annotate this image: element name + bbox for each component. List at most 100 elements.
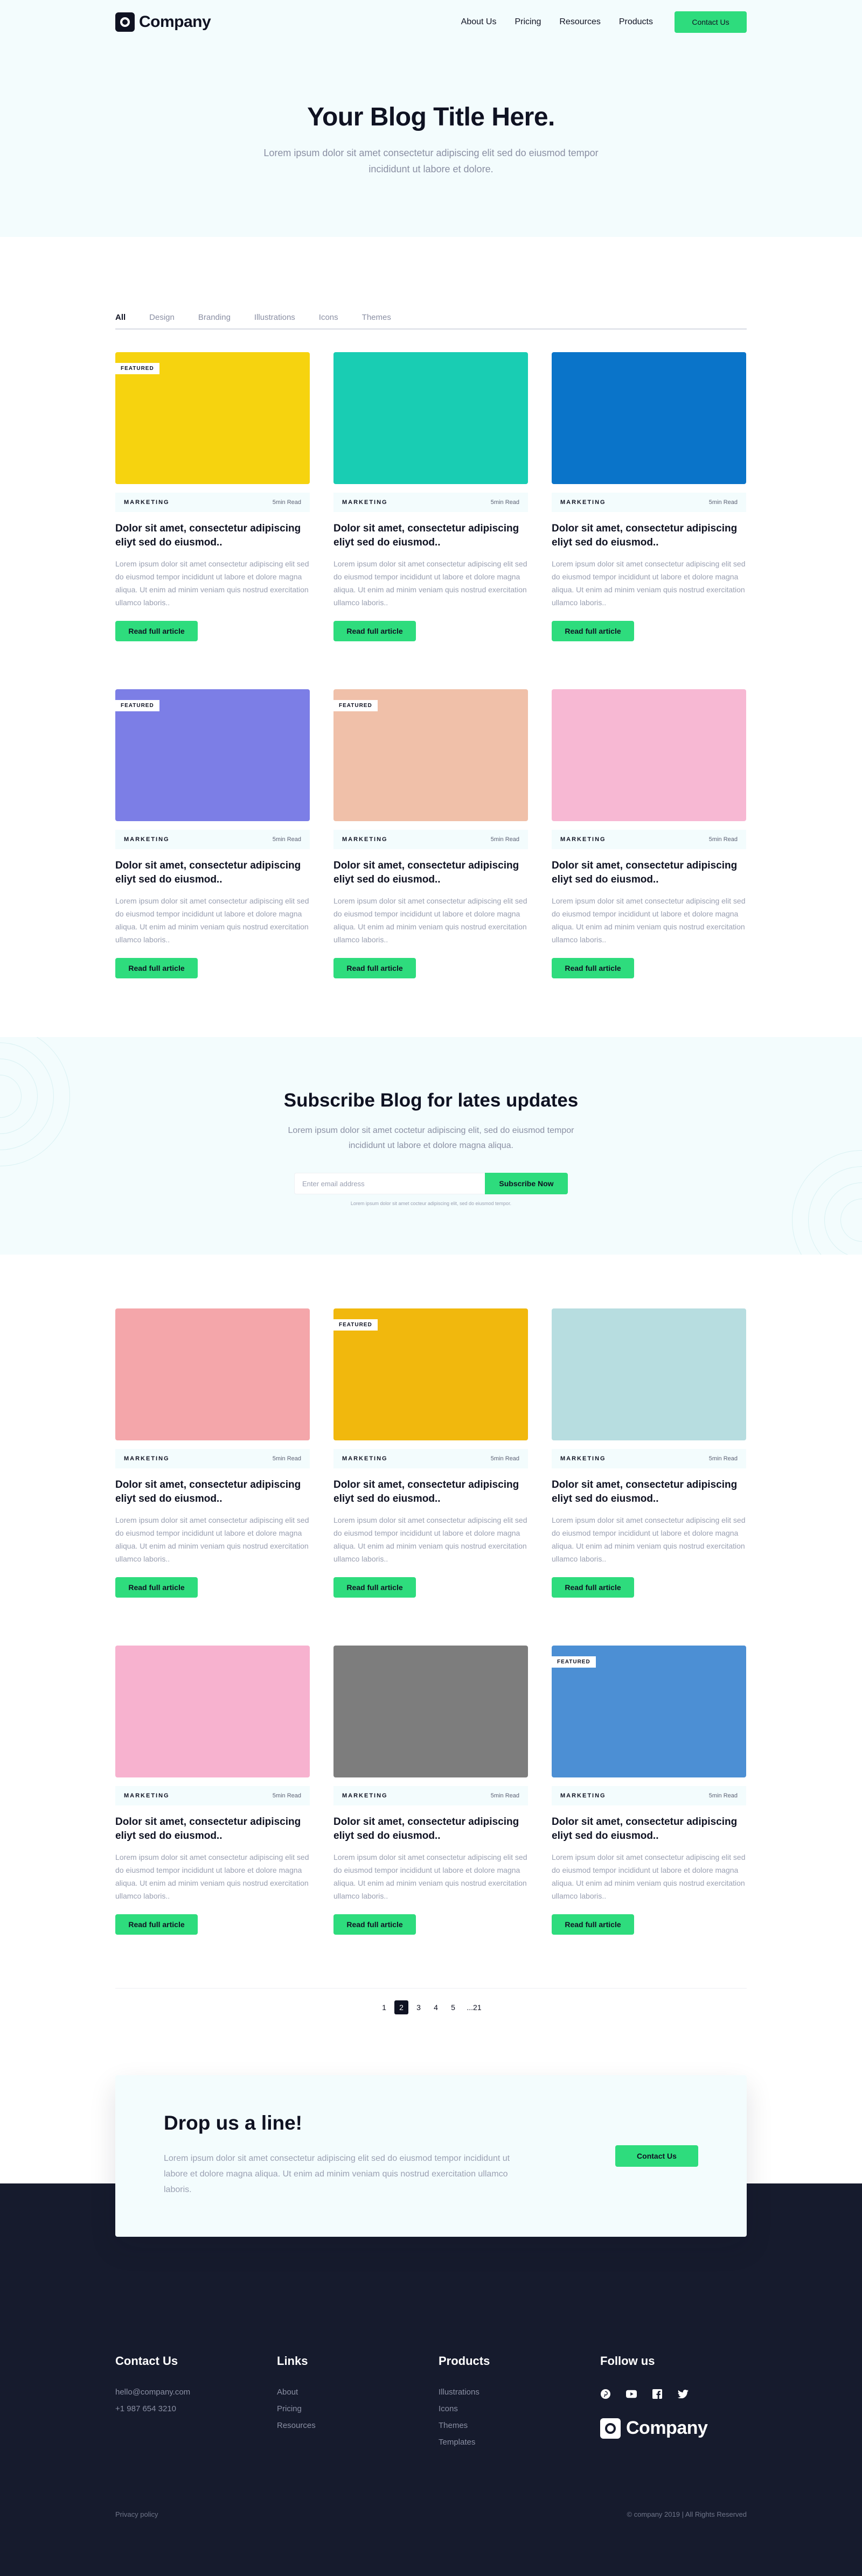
post-title[interactable]: Dolor sit amet, consectetur adipiscing e… (115, 1478, 310, 1506)
footer-link-resources[interactable]: Resources (277, 2421, 439, 2430)
page-button[interactable]: 1 (377, 2000, 391, 2014)
tab-illustrations[interactable]: Illustrations (254, 313, 295, 322)
post-thumbnail[interactable]: FEATURED (115, 352, 310, 484)
post-thumbnail[interactable] (333, 1646, 528, 1777)
post-card[interactable]: MARKETING 5min Read Dolor sit amet, consec… (333, 352, 528, 689)
page-button[interactable]: ...21 (463, 2000, 485, 2014)
post-title[interactable]: Dolor sit amet, consectetur adipiscing e… (552, 522, 746, 550)
post-card[interactable]: MARKETING 5min Read Dolor sit amet, consec… (333, 1646, 528, 1983)
post-read-time: 5min Read (708, 1455, 738, 1462)
read-article-button[interactable]: Read full article (333, 621, 416, 641)
footer-link-themes[interactable]: Themes (439, 2421, 600, 2430)
post-title[interactable]: Dolor sit amet, consectetur adipiscing e… (333, 1815, 528, 1843)
post-excerpt: Lorem ipsum dolor sit amet consectetur a… (333, 1853, 527, 1900)
nav-contact-button[interactable]: Contact Us (675, 11, 747, 33)
read-article-button[interactable]: Read full article (115, 958, 198, 978)
post-read-time: 5min Read (490, 499, 519, 506)
tab-design[interactable]: Design (149, 313, 175, 322)
footer-email-link[interactable]: hello@company.com (115, 2388, 277, 2397)
page-button[interactable]: 5 (446, 2000, 460, 2014)
post-thumbnail[interactable] (552, 689, 746, 821)
post-card[interactable]: MARKETING 5min Read Dolor sit amet, consec… (115, 1308, 310, 1646)
post-card[interactable]: MARKETING 5min Read Dolor sit amet, consec… (552, 1308, 746, 1646)
contact-button[interactable]: Contact Us (615, 2145, 698, 2167)
page-button[interactable]: 2 (394, 2000, 408, 2014)
page-button[interactable]: 4 (429, 2000, 443, 2014)
read-article-button[interactable]: Read full article (333, 958, 416, 978)
contact-section: Drop us a line! Lorem ipsum dolor sit am… (0, 2075, 862, 2315)
read-article-button[interactable]: Read full article (552, 621, 634, 641)
post-thumbnail[interactable]: FEATURED (333, 1308, 528, 1440)
featured-badge: FEATURED (333, 1319, 378, 1331)
post-title[interactable]: Dolor sit amet, consectetur adipiscing e… (115, 1815, 310, 1843)
read-article-button[interactable]: Read full article (552, 1577, 634, 1598)
post-thumbnail[interactable] (115, 1646, 310, 1777)
footer-link-illustrations[interactable]: Illustrations (439, 2388, 600, 2397)
subscribe-button[interactable]: Subscribe Now (485, 1173, 568, 1194)
tab-all[interactable]: All (115, 313, 126, 322)
post-thumbnail[interactable]: FEATURED (115, 689, 310, 821)
nav-link-pricing[interactable]: Pricing (515, 17, 541, 27)
footer-link-pricing[interactable]: Pricing (277, 2404, 439, 2413)
read-article-button[interactable]: Read full article (115, 621, 198, 641)
footer-link-about[interactable]: About (277, 2388, 439, 2397)
post-title[interactable]: Dolor sit amet, consectetur adipiscing e… (333, 1478, 528, 1506)
contact-card: Drop us a line! Lorem ipsum dolor sit am… (115, 2075, 747, 2237)
read-article-button[interactable]: Read full article (115, 1914, 198, 1935)
post-title[interactable]: Dolor sit amet, consectetur adipiscing e… (333, 859, 528, 887)
read-article-button[interactable]: Read full article (552, 1914, 634, 1935)
post-meta: MARKETING 5min Read (552, 830, 746, 849)
post-title[interactable]: Dolor sit amet, consectetur adipiscing e… (333, 522, 528, 550)
facebook-icon[interactable] (652, 2389, 663, 2399)
read-article-button[interactable]: Read full article (552, 958, 634, 978)
nav-link-products[interactable]: Products (619, 17, 653, 27)
post-meta: MARKETING 5min Read (552, 1786, 746, 1805)
featured-badge: FEATURED (333, 700, 378, 711)
tab-icons[interactable]: Icons (319, 313, 338, 322)
footer-link-templates[interactable]: Templates (439, 2438, 600, 2447)
post-meta: MARKETING 5min Read (115, 830, 310, 849)
post-meta: MARKETING 5min Read (333, 830, 528, 849)
post-thumbnail[interactable] (552, 352, 746, 484)
post-card[interactable]: FEATURED MARKETING 5min Read Dolor sit amet… (333, 689, 528, 1026)
nav-link-resources[interactable]: Resources (559, 17, 600, 27)
post-read-time: 5min Read (272, 499, 301, 506)
post-thumbnail[interactable] (333, 352, 528, 484)
post-thumbnail[interactable]: FEATURED (552, 1646, 746, 1777)
twitter-icon[interactable] (678, 2389, 689, 2399)
post-card[interactable]: FEATURED MARKETING 5min Read Dolor sit amet… (115, 352, 310, 689)
privacy-link[interactable]: Privacy policy (115, 2510, 158, 2518)
page-button[interactable]: 3 (412, 2000, 426, 2014)
post-category: MARKETING (560, 1793, 606, 1799)
post-card[interactable]: FEATURED MARKETING 5min Read Dolor sit amet… (333, 1308, 528, 1646)
read-article-button[interactable]: Read full article (115, 1577, 198, 1598)
post-card[interactable]: MARKETING 5min Read Dolor sit amet, consec… (552, 352, 746, 689)
post-card[interactable]: FEATURED MARKETING 5min Read Dolor sit amet… (115, 689, 310, 1026)
read-article-button[interactable]: Read full article (333, 1914, 416, 1935)
post-thumbnail[interactable] (552, 1308, 746, 1440)
post-title[interactable]: Dolor sit amet, consectetur adipiscing e… (552, 859, 746, 887)
pinterest-icon[interactable] (600, 2389, 611, 2399)
email-input[interactable]: Enter email address (294, 1173, 485, 1194)
footer-link-icons[interactable]: Icons (439, 2404, 600, 2413)
post-title[interactable]: Dolor sit amet, consectetur adipiscing e… (115, 522, 310, 550)
nav-link-about[interactable]: About Us (461, 17, 497, 27)
post-thumbnail[interactable] (115, 1308, 310, 1440)
post-card[interactable]: MARKETING 5min Read Dolor sit amet, consec… (115, 1646, 310, 1983)
post-title[interactable]: Dolor sit amet, consectetur adipiscing e… (115, 859, 310, 887)
post-card[interactable]: FEATURED MARKETING 5min Read Dolor sit amet… (552, 1646, 746, 1983)
brand-logo[interactable]: Company (115, 12, 211, 32)
footer-phone-link[interactable]: +1 987 654 3210 (115, 2404, 277, 2413)
post-title[interactable]: Dolor sit amet, consectetur adipiscing e… (552, 1478, 746, 1506)
footer-logo[interactable]: Company (600, 2418, 747, 2439)
post-title[interactable]: Dolor sit amet, consectetur adipiscing e… (552, 1815, 746, 1843)
top-navbar: Company About Us Pricing Resources Produ… (115, 0, 747, 44)
tab-branding[interactable]: Branding (198, 313, 231, 322)
post-card[interactable]: MARKETING 5min Read Dolor sit amet, consec… (552, 689, 746, 1026)
post-category: MARKETING (560, 1455, 606, 1462)
tab-themes[interactable]: Themes (362, 313, 391, 322)
post-thumbnail[interactable]: FEATURED (333, 689, 528, 821)
post-read-time: 5min Read (708, 1793, 738, 1799)
youtube-icon[interactable] (626, 2389, 637, 2399)
read-article-button[interactable]: Read full article (333, 1577, 416, 1598)
